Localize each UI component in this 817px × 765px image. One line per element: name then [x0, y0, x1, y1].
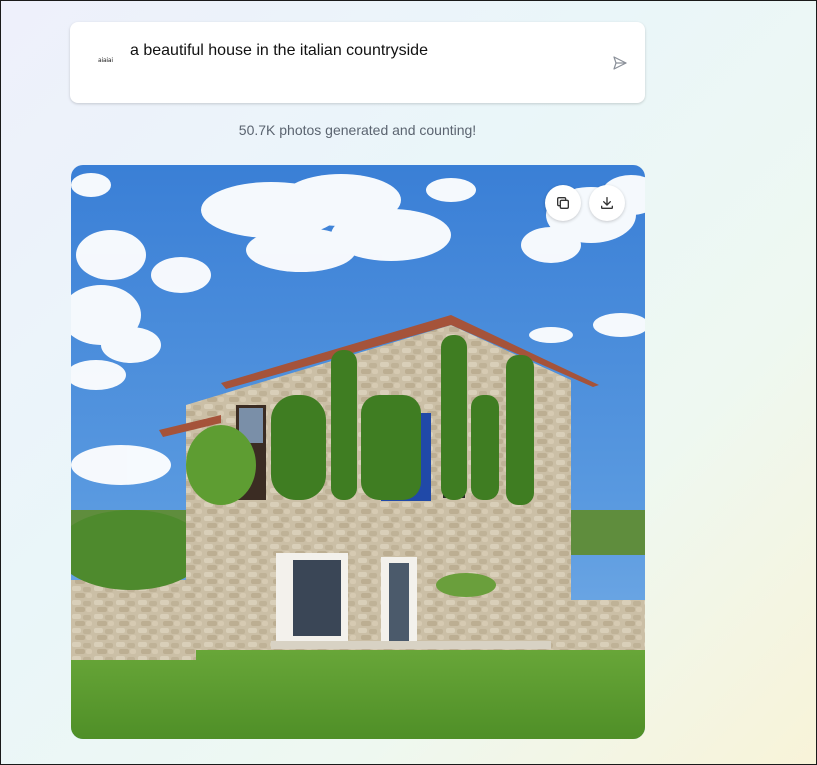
send-button[interactable]	[611, 54, 629, 72]
generation-counter: 50.7K photos generated and counting!	[238, 122, 477, 138]
generated-image	[71, 165, 645, 739]
copy-button[interactable]	[545, 185, 581, 221]
download-icon	[601, 197, 613, 209]
prompt-box[interactable]: aiaiai a beautiful house in the italian …	[70, 22, 645, 103]
download-button[interactable]	[589, 185, 625, 221]
house-scene	[71, 165, 645, 739]
send-icon	[613, 56, 627, 70]
prompt-text[interactable]: a beautiful house in the italian country…	[130, 42, 428, 60]
copy-icon	[557, 197, 569, 209]
brand-logo: aiaiai	[98, 57, 113, 64]
